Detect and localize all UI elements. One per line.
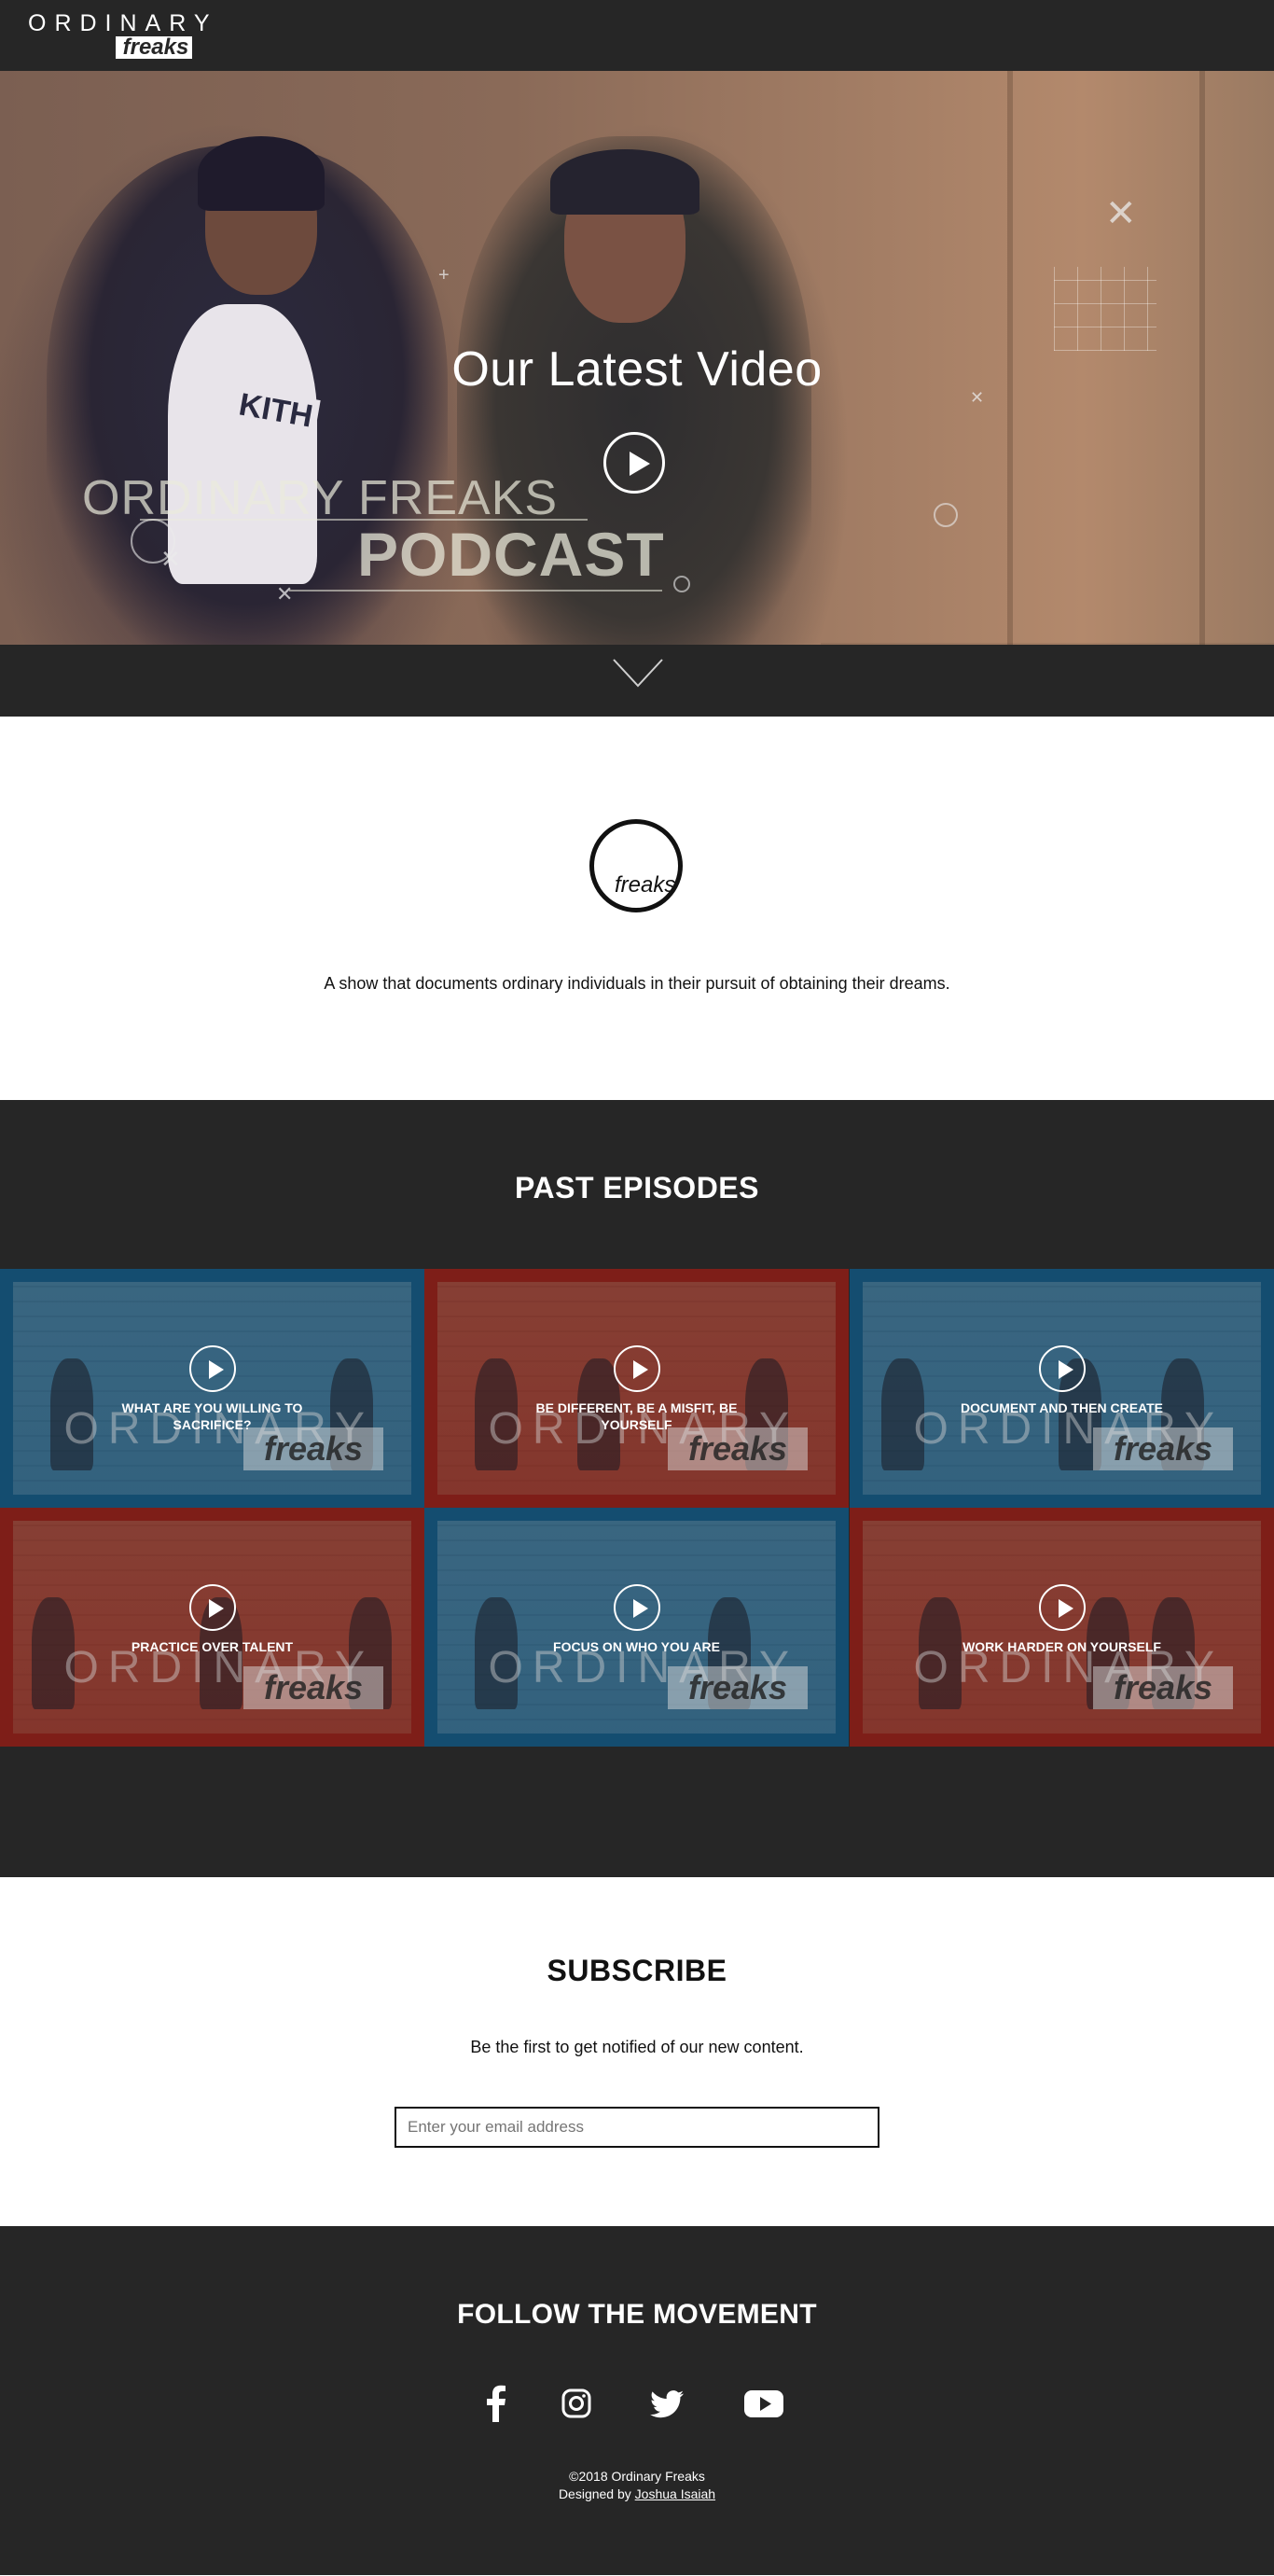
hero-circle-decoration <box>673 576 690 592</box>
episode-title: DOCUMENT AND THEN CREATE <box>961 1400 1163 1415</box>
episode-play-button[interactable] <box>189 1584 236 1631</box>
episode-grid: ORDINARY freaks WHAT ARE YOU WILLING TO … <box>0 1269 1274 1747</box>
episode-watermark-box: freaks <box>668 1666 808 1709</box>
episode-play-button[interactable] <box>614 1584 660 1631</box>
chevron-down-icon[interactable] <box>612 658 664 688</box>
instagram-icon[interactable] <box>561 2385 592 2422</box>
designer-credit: Designed by Joshua Isaiah <box>0 2486 1274 2501</box>
episode-card[interactable]: ORDINARY freaks WORK HARDER ON YOURSELF <box>850 1508 1274 1747</box>
twitter-icon[interactable] <box>648 2385 685 2422</box>
site-logo[interactable]: ORDINARY freaks <box>28 11 210 62</box>
about-description: A show that documents ordinary individua… <box>324 974 950 993</box>
subscribe-section: SUBSCRIBE Be the first to get notified o… <box>0 1877 1274 2226</box>
play-icon <box>209 1360 224 1379</box>
follow-title: FOLLOW THE MOVEMENT <box>457 2299 817 2330</box>
hero-x-decoration: ✕ <box>276 582 294 606</box>
episode-watermark-box: freaks <box>243 1666 383 1709</box>
hero-overlay-line2: PODCAST <box>357 520 665 589</box>
about-section: freaks A show that documents ordinary in… <box>0 717 1274 1100</box>
copyright-text: ©2018 Ordinary Freaks <box>569 2469 705 2484</box>
episode-card[interactable]: ORDINARY freaks WHAT ARE YOU WILLING TO … <box>0 1269 424 1508</box>
play-icon <box>1059 1360 1073 1379</box>
episode-card[interactable]: ORDINARY freaks PRACTICE OVER TALENT <box>0 1508 424 1747</box>
facebook-icon[interactable] <box>487 2385 505 2422</box>
designer-credit-prefix: Designed by <box>558 2486 635 2501</box>
site-header: ORDINARY freaks <box>0 0 1274 71</box>
play-icon <box>1059 1599 1073 1618</box>
hero-overlay-line1: ORDINARY FREAKS <box>82 471 559 525</box>
episode-watermark-box: freaks <box>243 1427 383 1470</box>
subscribe-title: SUBSCRIBE <box>547 1954 727 1987</box>
play-icon <box>630 452 650 476</box>
episode-play-button[interactable] <box>189 1345 236 1392</box>
episode-play-button[interactable] <box>1039 1584 1086 1631</box>
episode-card[interactable]: ORDINARY freaks FOCUS ON WHO YOU ARE <box>424 1508 849 1747</box>
designer-link[interactable]: Joshua Isaiah <box>635 2486 715 2501</box>
episode-title: WORK HARDER ON YOURSELF <box>962 1639 1161 1654</box>
past-episodes-section: PAST EPISODES ORDINARY freaks WHAT ARE Y… <box>0 1100 1274 1877</box>
episode-title: BE DIFFERENT, BE A MISFIT, BE YOURSELF <box>535 1400 738 1432</box>
logo-wordmark-top: ORDINARY <box>28 10 218 36</box>
site-footer: FOLLOW THE MOVEMENT ©2018 Ordinary Freak… <box>0 2226 1274 2575</box>
hero-title: Our Latest Video <box>451 342 823 397</box>
past-episodes-title: PAST EPISODES <box>515 1171 759 1204</box>
email-field[interactable] <box>395 2107 879 2148</box>
hero-video-section: KITH ✕ ✕ ✕ ✕ + ✕ ORDINARY FREAKS PODCAST… <box>0 71 1274 645</box>
episode-play-button[interactable] <box>614 1345 660 1392</box>
episode-watermark-box: freaks <box>668 1427 808 1470</box>
hero-x-decoration: ✕ <box>1105 193 1137 234</box>
episode-title: PRACTICE OVER TALENT <box>131 1639 294 1654</box>
play-icon <box>633 1599 648 1618</box>
hero-plus-decoration: + <box>438 265 450 285</box>
scroll-down-bar <box>0 645 1274 717</box>
youtube-icon[interactable] <box>743 2385 784 2422</box>
subscribe-description: Be the first to get notified of our new … <box>470 2038 804 2056</box>
episode-watermark-box: freaks <box>1093 1666 1233 1709</box>
episode-title: FOCUS ON WHO YOU ARE <box>553 1639 720 1654</box>
episode-card[interactable]: ORDINARY freaks DOCUMENT AND THEN CREATE <box>850 1269 1274 1508</box>
logo-wordmark-box: freaks <box>114 35 194 61</box>
episode-play-button[interactable] <box>1039 1345 1086 1392</box>
episode-card[interactable]: ORDINARY freaks BE DIFFERENT, BE A MISFI… <box>424 1269 849 1508</box>
freaks-logo-text: freaks <box>615 872 676 898</box>
freaks-circle-logo: freaks <box>589 819 683 912</box>
episode-title: WHAT ARE YOU WILLING TO SACRIFICE? <box>121 1400 303 1432</box>
hero-play-button[interactable] <box>603 432 665 494</box>
play-icon <box>209 1599 224 1618</box>
hero-overlay-rule <box>289 590 662 592</box>
play-icon <box>633 1360 648 1379</box>
hero-circle-decoration <box>934 503 958 527</box>
episode-watermark-box: freaks <box>1093 1427 1233 1470</box>
hero-grid-decoration <box>1054 267 1156 351</box>
